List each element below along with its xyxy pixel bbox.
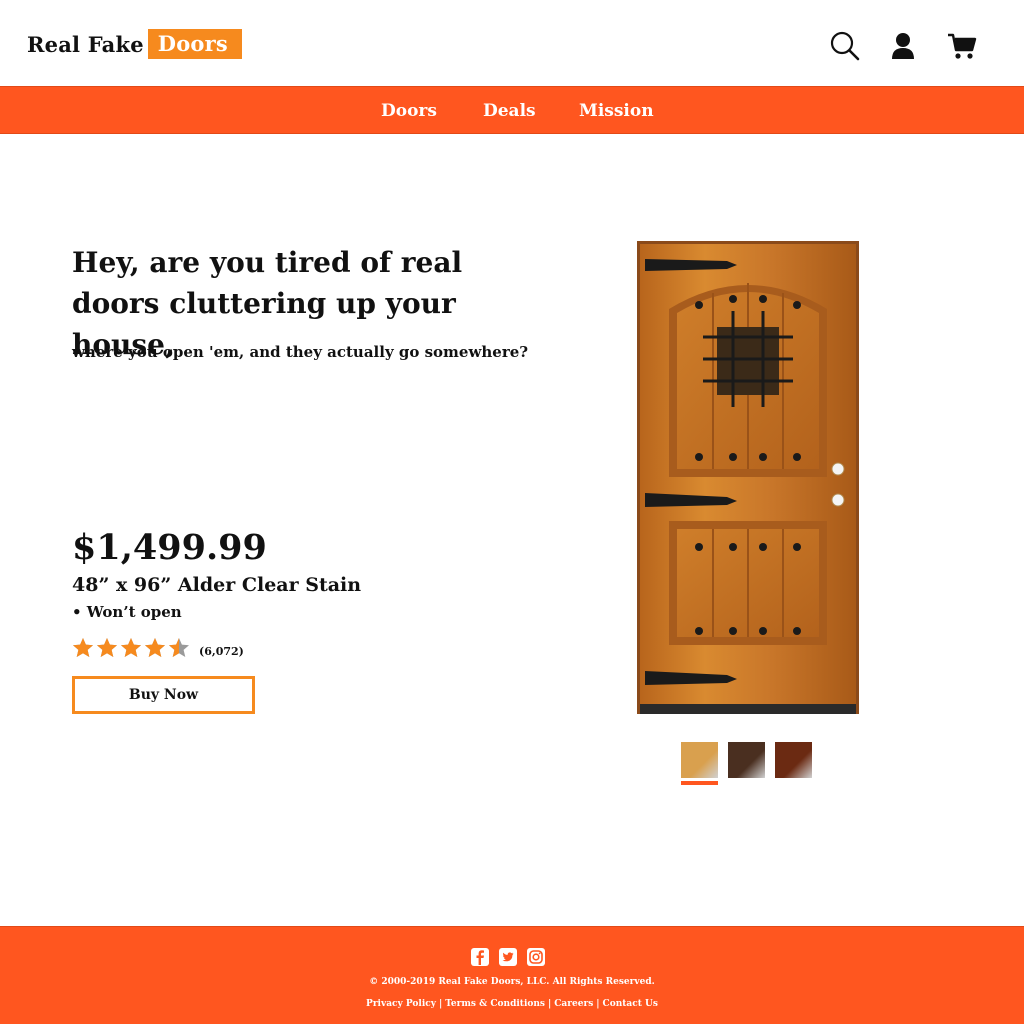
star-icon <box>145 638 165 657</box>
product-name: 48” x 96” Alder Clear Stain <box>72 574 362 596</box>
review-count[interactable]: (6,072) <box>199 645 244 658</box>
footer-link-careers[interactable]: Careers <box>554 999 593 1009</box>
site-footer: © 2000-2019 Real Fake Doors, LLC. All Ri… <box>0 926 1024 1024</box>
nav-item-mission[interactable]: Mission <box>579 87 654 135</box>
cart-icon[interactable] <box>946 30 978 62</box>
site-logo[interactable]: Real Fake Doors <box>27 29 242 59</box>
product-image-door <box>637 241 859 714</box>
footer-link-separator: | <box>438 999 443 1009</box>
site-header: Real Fake Doors <box>0 0 1024 86</box>
logo-text-plain: Real Fake <box>27 31 144 57</box>
star-icon <box>169 638 189 657</box>
main-nav: Doors Deals Mission <box>0 86 1024 134</box>
hero-subline: where you open 'em, and they actually go… <box>72 343 529 361</box>
buy-now-button[interactable]: Buy Now <box>72 676 255 714</box>
nav-item-deals[interactable]: Deals <box>483 87 536 135</box>
rating-stars <box>72 637 192 659</box>
search-icon[interactable] <box>829 30 861 62</box>
swatch-mahogany[interactable] <box>775 742 812 778</box>
swatch-light-oak[interactable] <box>681 742 718 778</box>
logo-text-boxed: Doors <box>147 29 242 59</box>
footer-link-contact[interactable]: Contact Us <box>603 999 658 1009</box>
user-icon[interactable] <box>887 30 919 62</box>
facebook-icon[interactable] <box>470 947 490 967</box>
footer-link-privacy[interactable]: Privacy Policy <box>366 999 436 1009</box>
footer-link-separator: | <box>547 999 552 1009</box>
product-rating: (6,072) <box>72 636 244 660</box>
swatch-dark-walnut[interactable] <box>728 742 765 778</box>
star-icon <box>121 638 141 657</box>
product-feature: • Won’t open <box>72 603 182 621</box>
star-icon <box>73 638 93 657</box>
twitter-icon[interactable] <box>498 947 518 967</box>
instagram-icon[interactable] <box>526 947 546 967</box>
product-price: $1,499.99 <box>72 527 267 568</box>
footer-link-terms[interactable]: Terms & Conditions <box>445 999 545 1009</box>
social-links <box>470 947 554 967</box>
star-icon <box>97 638 117 657</box>
footer-link-separator: | <box>596 999 600 1009</box>
copyright-text: © 2000-2019 Real Fake Doors, LLC. All Ri… <box>369 977 655 987</box>
footer-links: Privacy Policy | Terms & Conditions | Career… <box>0 999 1024 1009</box>
selected-swatch-indicator <box>681 781 718 785</box>
nav-item-doors[interactable]: Doors <box>381 87 437 135</box>
